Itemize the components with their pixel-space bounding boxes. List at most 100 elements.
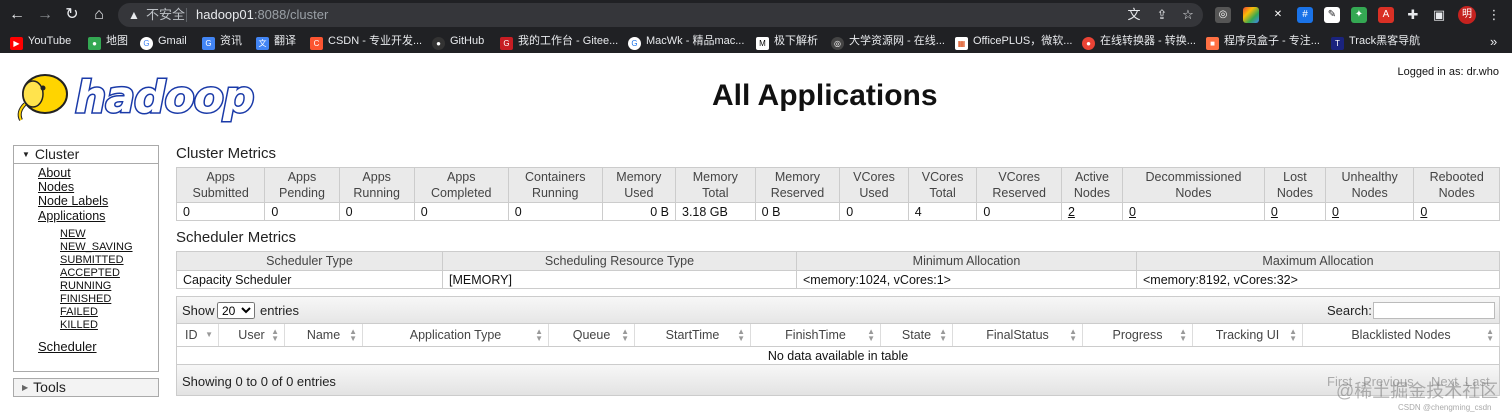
nav-state-new-saving[interactable]: NEW_SAVING bbox=[60, 241, 133, 253]
jixia-icon: M bbox=[756, 37, 769, 50]
bookmark-github[interactable]: ● GitHub bbox=[432, 30, 484, 53]
col-queue[interactable]: Queue ▲ ▼ bbox=[548, 324, 635, 347]
home-icon[interactable]: ⌂ bbox=[88, 4, 110, 26]
reload-icon[interactable]: ↻ bbox=[61, 4, 83, 26]
bookmark-youtube[interactable]: ▶ YouTube bbox=[10, 30, 71, 53]
bookmark-label: 地图 bbox=[106, 35, 128, 47]
nav-cluster-body: About Nodes Node Labels Applications NEW… bbox=[13, 164, 159, 372]
bookmark-officeplus[interactable]: ▦ OfficePLUS，微软... bbox=[955, 30, 1072, 53]
track-icon: T bbox=[1331, 37, 1344, 50]
col-user[interactable]: User ▲ ▼ bbox=[218, 324, 285, 347]
bookmark-gmail[interactable]: G Gmail bbox=[140, 30, 187, 53]
col-apps-submitted: Apps Submitted bbox=[175, 167, 266, 203]
bookmark-maps[interactable]: ● 地图 bbox=[88, 30, 128, 53]
col-decommissioned-nodes: Decommissioned Nodes bbox=[1122, 167, 1265, 203]
incognito-extension-icon[interactable]: ◎ bbox=[1215, 7, 1231, 23]
x-extension-icon[interactable]: ✕ bbox=[1270, 7, 1286, 23]
bookmark-macwk[interactable]: G MacWk - 精品mac... bbox=[628, 30, 744, 53]
col-progress[interactable]: Progress ▲ ▼ bbox=[1082, 324, 1193, 347]
nav-cluster-header[interactable]: ▼ Cluster bbox=[13, 145, 159, 164]
youtube-icon: ▶ bbox=[10, 37, 23, 50]
nav-state-submitted[interactable]: SUBMITTED bbox=[60, 254, 124, 266]
bookmark-jixia[interactable]: M 极下解析 bbox=[756, 30, 818, 53]
pdf-extension-icon[interactable]: A bbox=[1378, 7, 1394, 23]
page-title: All Applications bbox=[712, 79, 938, 112]
hadoop-logo[interactable]: hadoop bbox=[13, 64, 268, 125]
bookmark-translate[interactable]: 文翻译 bbox=[256, 30, 296, 53]
bookmark-university[interactable]: ◎ 大学资源网 - 在线... bbox=[831, 30, 945, 53]
nav-state-finished[interactable]: FINISHED bbox=[60, 293, 111, 305]
col-finish-time[interactable]: FinishTime ▲ ▼ bbox=[750, 324, 881, 347]
unhealthy-nodes-link[interactable]: 0 bbox=[1324, 202, 1414, 221]
applications-table: ID ▼ User ▲ ▼ Name ▲ ▼ Application Type ▲ ▼ Que… bbox=[176, 324, 1500, 365]
memory-used-value: 0 B bbox=[601, 202, 676, 221]
translate-bookmark-icon: 文 bbox=[256, 37, 269, 50]
profile-avatar[interactable]: 明 bbox=[1458, 6, 1476, 24]
nav-link-scheduler[interactable]: Scheduler bbox=[38, 339, 97, 354]
nav-tools-header[interactable]: ▶ Tools bbox=[13, 378, 159, 397]
lost-nodes-link[interactable]: 0 bbox=[1263, 202, 1326, 221]
green-extension-icon[interactable]: ✦ bbox=[1351, 7, 1367, 23]
bookmark-label: GitHub bbox=[450, 35, 485, 47]
col-state[interactable]: State ▲ ▼ bbox=[880, 324, 953, 347]
decommissioned-nodes-link[interactable]: 0 bbox=[1122, 202, 1265, 221]
bookmark-gitee[interactable]: G 我的工作台 - Gitee... bbox=[500, 30, 618, 53]
url-path: :8088/cluster bbox=[253, 7, 329, 22]
col-apps-completed: Apps Completed bbox=[413, 167, 509, 203]
hash-extension-icon[interactable]: # bbox=[1297, 7, 1313, 23]
bookmark-label: 翻译 bbox=[274, 35, 296, 47]
bookmark-label: 资讯 bbox=[220, 35, 242, 47]
col-vcores-total: VCores Total bbox=[907, 167, 978, 203]
nav-state-killed[interactable]: KILLED bbox=[60, 319, 98, 331]
vcores-total-value: 4 bbox=[907, 202, 977, 221]
sort-icon: ▲ ▼ bbox=[1486, 327, 1494, 343]
bookmark-csdn[interactable]: C CSDN - 专业开发... bbox=[310, 30, 422, 53]
col-scheduler-type: Scheduler Type bbox=[176, 251, 443, 271]
star-icon[interactable]: ☆ bbox=[1180, 7, 1196, 23]
extensions-icon[interactable]: ✚ bbox=[1405, 7, 1421, 23]
col-final-status[interactable]: FinalStatus ▲ ▼ bbox=[952, 324, 1083, 347]
col-blacklisted-nodes[interactable]: Blacklisted Nodes ▲ ▼ bbox=[1302, 324, 1500, 347]
bookmark-devbox[interactable]: ■ 程序员盒子 - 专注... bbox=[1206, 30, 1320, 53]
col-tracking-ui[interactable]: Tracking UI ▲ ▼ bbox=[1192, 324, 1303, 347]
table-controls: Show 20 entries Search: bbox=[176, 296, 1500, 324]
translate-icon[interactable]: 文 bbox=[1126, 7, 1142, 23]
col-application-type[interactable]: Application Type ▲ ▼ bbox=[362, 324, 549, 347]
col-id[interactable]: ID ▼ bbox=[176, 324, 219, 347]
nav-link-about[interactable]: About bbox=[38, 166, 71, 180]
nav-state-accepted[interactable]: ACCEPTED bbox=[60, 267, 120, 279]
edit-extension-icon[interactable]: ✎ bbox=[1324, 7, 1340, 23]
nav-link-nodes[interactable]: Nodes bbox=[38, 180, 74, 194]
nav-state-running[interactable]: RUNNING bbox=[60, 280, 111, 292]
back-icon[interactable]: ← bbox=[6, 4, 28, 26]
bookmark-news[interactable]: G 资讯 bbox=[202, 30, 242, 53]
col-unhealthy-nodes: Unhealthy Nodes bbox=[1324, 167, 1415, 203]
rebooted-nodes-link[interactable]: 0 bbox=[1413, 202, 1500, 221]
page-size-select[interactable]: 20 bbox=[217, 302, 255, 319]
more-icon[interactable]: ⋮ bbox=[1486, 7, 1502, 23]
color-extension-icon[interactable] bbox=[1243, 7, 1259, 23]
nav-state-failed[interactable]: FAILED bbox=[60, 306, 98, 318]
bookmark-converter[interactable]: ● 在线转换器 - 转换... bbox=[1082, 30, 1196, 53]
resource-type-value: [MEMORY] bbox=[442, 270, 797, 289]
apps-submitted-value: 0 bbox=[175, 202, 265, 221]
nav-link-applications[interactable]: Applications bbox=[38, 209, 105, 223]
col-memory-reserved: Memory Reserved bbox=[754, 167, 841, 203]
nav-state-new[interactable]: NEW bbox=[60, 228, 86, 240]
active-nodes-link[interactable]: 2 bbox=[1060, 202, 1123, 221]
search-input[interactable] bbox=[1373, 302, 1495, 319]
triangle-down-icon: ▼ bbox=[22, 150, 30, 159]
maps-icon: ● bbox=[88, 37, 101, 50]
col-start-time[interactable]: StartTime ▲ ▼ bbox=[634, 324, 751, 347]
nav-link-node-labels[interactable]: Node Labels bbox=[38, 194, 108, 208]
forward-icon[interactable]: → bbox=[34, 4, 56, 26]
col-apps-pending: Apps Pending bbox=[264, 167, 340, 203]
sidepanel-icon[interactable]: ▣ bbox=[1431, 7, 1447, 23]
col-name[interactable]: Name ▲ ▼ bbox=[284, 324, 363, 347]
hadoop-elephant-icon: hadoop bbox=[17, 71, 256, 125]
more-bookmarks-icon[interactable]: » bbox=[1490, 30, 1497, 53]
share-icon[interactable]: ⇪ bbox=[1154, 7, 1170, 23]
address-bar[interactable]: ▲ 不安全 hadoop01:8088/cluster 文 ⇪ ☆ bbox=[118, 3, 1203, 27]
github-icon: ● bbox=[432, 37, 445, 50]
bookmark-track[interactable]: T Track黑客导航 bbox=[1331, 30, 1420, 53]
